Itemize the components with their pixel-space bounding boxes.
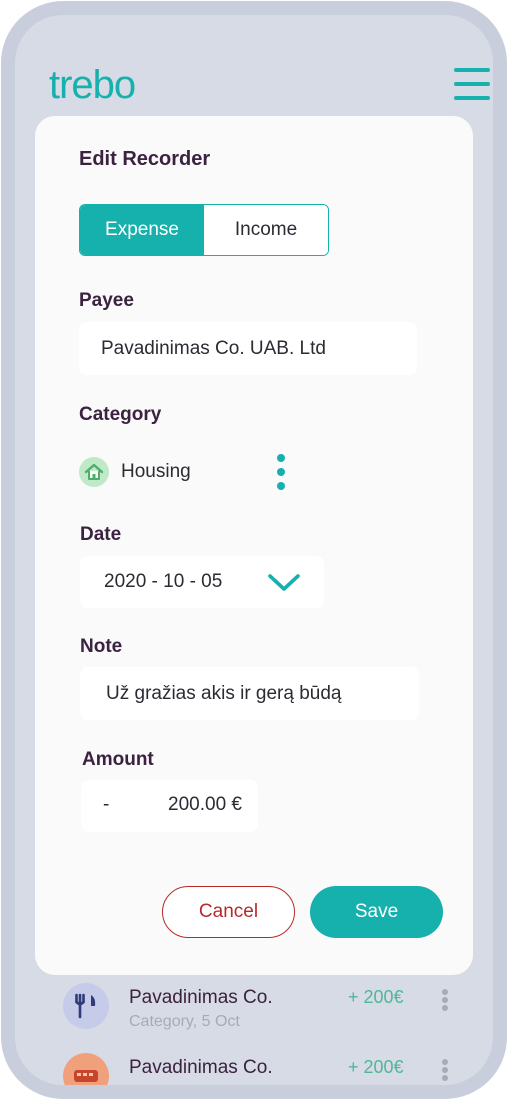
- category-value: Housing: [121, 461, 191, 482]
- type-toggle: Expense Income: [79, 204, 329, 256]
- payee-value: Pavadinimas Co. UAB. Ltd: [101, 337, 326, 359]
- note-value: Už gražias akis ir gerą būdą: [106, 682, 342, 704]
- note-field[interactable]: Už gražias akis ir gerą būdą: [80, 667, 419, 720]
- amount-sign: -: [103, 794, 110, 815]
- category-selector[interactable]: Housing: [79, 456, 299, 488]
- note-label: Note: [80, 636, 123, 657]
- bus-icon: [63, 1053, 109, 1085]
- list-item[interactable]: Pavadinimas Co. + 200€: [15, 1053, 493, 1085]
- amount-value: 200.00 €: [168, 794, 242, 815]
- list-item[interactable]: Pavadinimas Co. Category, 5 Oct + 200€: [15, 983, 493, 1043]
- save-button[interactable]: Save: [310, 886, 443, 938]
- expense-tab[interactable]: Expense: [80, 205, 204, 255]
- date-label: Date: [80, 524, 122, 545]
- page-title: Edit Recorder: [79, 148, 211, 170]
- transaction-name: Pavadinimas Co.: [129, 1057, 273, 1078]
- transaction-amount: + 200€: [348, 987, 404, 1007]
- more-icon[interactable]: [442, 1059, 448, 1081]
- menu-icon[interactable]: [454, 68, 490, 100]
- fork-knife-icon: [63, 983, 109, 1029]
- transaction-subtitle: Category, 5 Oct: [129, 1013, 240, 1030]
- category-more-icon[interactable]: [275, 454, 287, 492]
- category-label: Category: [79, 404, 162, 425]
- income-tab[interactable]: Income: [204, 205, 328, 255]
- transaction-name: Pavadinimas Co.: [129, 987, 273, 1008]
- house-icon: [79, 457, 109, 487]
- more-icon[interactable]: [442, 989, 448, 1011]
- payee-label: Payee: [79, 290, 134, 311]
- date-value: 2020 - 10 - 05: [104, 571, 223, 592]
- payee-field[interactable]: Pavadinimas Co. UAB. Ltd: [79, 322, 417, 375]
- amount-label: Amount: [82, 749, 154, 770]
- edit-recorder-card: Edit Recorder Expense Income Payee Pavad…: [35, 116, 473, 975]
- amount-field[interactable]: - 200.00 €: [81, 780, 258, 832]
- app-logo: trebo: [49, 63, 136, 107]
- chevron-down-icon[interactable]: [267, 573, 301, 598]
- transaction-amount: + 200€: [348, 1057, 404, 1077]
- cancel-button[interactable]: Cancel: [162, 886, 295, 938]
